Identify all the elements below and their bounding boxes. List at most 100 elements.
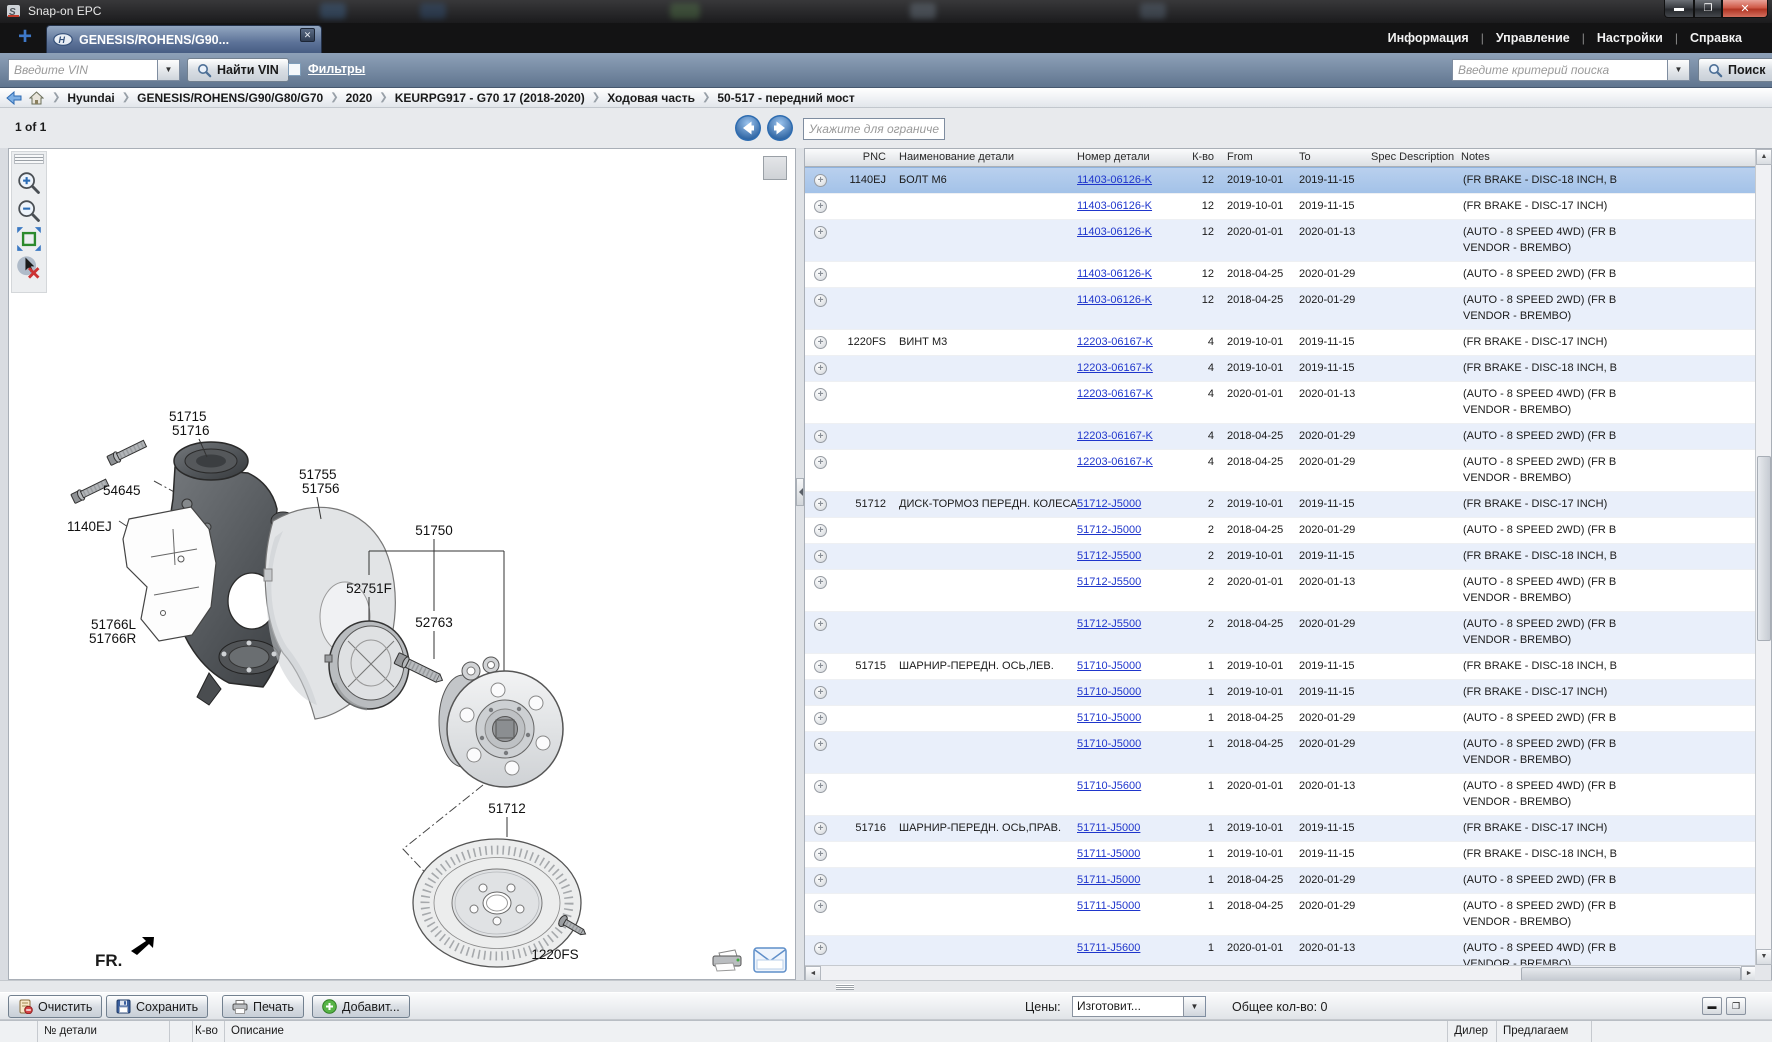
table-row[interactable]: + 51716 ШАРНИР-ПЕРЕДН. ОСЬ,ПРАВ. 51711-J… [805, 815, 1755, 841]
vin-input[interactable] [8, 59, 158, 81]
diagram-label[interactable]: 51715 [169, 409, 207, 424]
part-number-link[interactable]: 51711-J5000 [1077, 900, 1140, 912]
bottom-grip[interactable] [836, 984, 854, 990]
scroll-down-button[interactable]: ▼ [1756, 949, 1772, 965]
search-criteria-input[interactable] [1452, 59, 1668, 81]
table-row[interactable]: + 51712-J5500 2 2020-01-01 2020-01-13 (A… [805, 569, 1755, 611]
table-row[interactable]: + 11403-06126-K 12 2020-01-01 2020-01-13… [805, 219, 1755, 261]
expand-row-icon[interactable]: + [814, 618, 827, 631]
breadcrumb-year[interactable]: 2020 [346, 91, 373, 105]
expand-row-icon[interactable]: + [814, 524, 827, 537]
breadcrumb-section[interactable]: 50-517 - передний мост [717, 91, 854, 105]
menu-settings[interactable]: Настройки [1597, 31, 1663, 45]
print-diagram-icon[interactable] [709, 941, 745, 973]
vertical-scroll-thumb[interactable] [1757, 456, 1771, 641]
expand-row-icon[interactable]: + [814, 226, 827, 239]
part-number-link[interactable]: 51710-J5000 [1077, 738, 1141, 750]
mud-guard-part[interactable] [123, 507, 216, 641]
table-row[interactable]: + 51710-J5000 1 2019-10-01 2019-11-15 (F… [805, 679, 1755, 705]
menu-help[interactable]: Справка [1690, 31, 1742, 45]
header-notes[interactable]: Notes [1457, 149, 1755, 166]
table-row[interactable]: + 51712-J5000 2 2018-04-25 2020-01-29 (A… [805, 517, 1755, 543]
header-to[interactable]: To [1295, 149, 1367, 166]
expand-row-icon[interactable]: + [814, 822, 827, 835]
filters-link[interactable]: Фильтры [308, 62, 365, 76]
expand-row-icon[interactable]: + [814, 294, 827, 307]
table-row[interactable]: + 51711-J5000 1 2018-04-25 2020-01-29 (A… [805, 893, 1755, 935]
table-row[interactable]: + 1220FS ВИНТ М3 12203-06167-K 4 2019-10… [805, 329, 1755, 355]
collapse-panel-handle[interactable] [796, 478, 804, 506]
add-button[interactable]: Добавит... [312, 995, 410, 1018]
new-tab-button[interactable]: + [12, 26, 38, 50]
panel-splitter[interactable] [796, 148, 804, 980]
diagram-label[interactable]: 52751F [346, 581, 392, 596]
minimize-button[interactable]: ▬ [1664, 0, 1694, 18]
part-number-link[interactable]: 51712-J5500 [1077, 576, 1141, 588]
expand-row-icon[interactable]: + [814, 780, 827, 793]
expand-row-icon[interactable]: + [814, 738, 827, 751]
breadcrumb-hyundai[interactable]: Hyundai [67, 91, 114, 105]
find-vin-button[interactable]: Найти VIN [187, 58, 289, 82]
bottom-splitter[interactable] [0, 980, 1772, 992]
part-number-link[interactable]: 11403-06126-K [1077, 294, 1152, 306]
expand-row-icon[interactable]: + [814, 712, 827, 725]
email-diagram-icon[interactable] [753, 947, 787, 973]
diagram-label[interactable]: 51755 [299, 467, 337, 482]
part-number-link[interactable]: 12203-06167-K [1077, 456, 1153, 468]
table-row[interactable]: + 51715 ШАРНИР-ПЕРЕДН. ОСЬ,ЛЕВ. 51710-J5… [805, 653, 1755, 679]
breadcrumb-model[interactable]: GENESIS/ROHENS/G90/G80/G70 [137, 91, 323, 105]
expand-row-icon[interactable]: + [814, 900, 827, 913]
expand-row-icon[interactable]: + [814, 336, 827, 349]
table-row[interactable]: + 51712-J5500 2 2018-04-25 2020-01-29 (A… [805, 611, 1755, 653]
toolbar-grip[interactable] [14, 154, 44, 164]
menu-management[interactable]: Управление [1496, 31, 1570, 45]
tab-close-icon[interactable]: ✕ [300, 28, 315, 42]
limit-filter-input[interactable] [803, 118, 945, 140]
expand-row-icon[interactable]: + [814, 848, 827, 861]
part-number-link[interactable]: 11403-06126-K [1077, 200, 1152, 212]
menu-information[interactable]: Информация [1388, 31, 1469, 45]
table-row[interactable]: + 51710-J5000 1 2018-04-25 2020-01-29 (A… [805, 705, 1755, 731]
zoom-in-icon[interactable] [16, 170, 42, 196]
table-row[interactable]: + 51710-J5000 1 2018-04-25 2020-01-29 (A… [805, 731, 1755, 773]
part-number-link[interactable]: 51712-J5000 [1077, 524, 1141, 536]
diagram-label[interactable]: 54645 [103, 483, 141, 498]
diagram-label[interactable]: 51766L [91, 617, 137, 632]
prices-dropdown-button[interactable]: ▼ [1184, 996, 1206, 1017]
header-from[interactable]: From [1223, 149, 1295, 166]
table-row[interactable]: + 12203-06167-K 4 2018-04-25 2020-01-29 … [805, 449, 1755, 491]
expand-row-icon[interactable]: + [814, 942, 827, 955]
expand-row-icon[interactable]: + [814, 498, 827, 511]
table-row[interactable]: + 12203-06167-K 4 2020-01-01 2020-01-13 … [805, 381, 1755, 423]
search-button[interactable]: Поиск [1698, 58, 1772, 82]
breadcrumb-vehicle[interactable]: KEURPG917 - G70 17 (2018-2020) [395, 91, 585, 105]
deselect-pointer-icon[interactable] [16, 254, 42, 280]
part-number-link[interactable]: 11403-06126-K [1077, 268, 1152, 280]
next-page-button[interactable] [766, 114, 794, 142]
overview-thumbnail-box[interactable] [763, 156, 787, 180]
part-number-link[interactable]: 51712-J5500 [1077, 618, 1141, 630]
horizontal-scrollbar[interactable]: ◄ ► [805, 965, 1757, 981]
diagram-label[interactable]: 51712 [488, 801, 526, 816]
diagram-label[interactable]: 51756 [302, 481, 340, 496]
expand-row-icon[interactable]: + [814, 430, 827, 443]
parts-diagram[interactable]: 51715 51716 54645 1140EJ 51766L 51766R 5… [59, 269, 599, 969]
header-name[interactable]: Наименование детали [895, 149, 1073, 166]
hub-bearing-part[interactable] [439, 657, 563, 787]
expand-row-icon[interactable]: + [814, 550, 827, 563]
horizontal-scroll-thumb[interactable] [1521, 967, 1741, 981]
part-number-link[interactable]: 12203-06167-K [1077, 336, 1153, 348]
table-row[interactable]: + 11403-06126-K 12 2018-04-25 2020-01-29… [805, 261, 1755, 287]
criteria-dropdown-button[interactable]: ▼ [1668, 59, 1690, 81]
table-row[interactable]: + 11403-06126-K 12 2018-04-25 2020-01-29… [805, 287, 1755, 329]
diagram-label[interactable]: 51750 [415, 523, 453, 538]
expand-row-icon[interactable]: + [814, 874, 827, 887]
header-part-number[interactable]: Номер детали [1073, 149, 1187, 166]
fit-to-window-icon[interactable] [16, 226, 42, 252]
table-row[interactable]: + 51711-J5600 1 2020-01-01 2020-01-13 (A… [805, 935, 1755, 965]
filters-checkbox[interactable] [288, 63, 301, 76]
diagram-label[interactable]: 51766R [89, 631, 137, 646]
tab-genesis[interactable]: H GENESIS/ROHENS/G90... ✕ [46, 25, 322, 53]
part-number-link[interactable]: 51711-J5000 [1077, 822, 1140, 834]
table-row[interactable]: + 51711-J5000 1 2018-04-25 2020-01-29 (A… [805, 867, 1755, 893]
